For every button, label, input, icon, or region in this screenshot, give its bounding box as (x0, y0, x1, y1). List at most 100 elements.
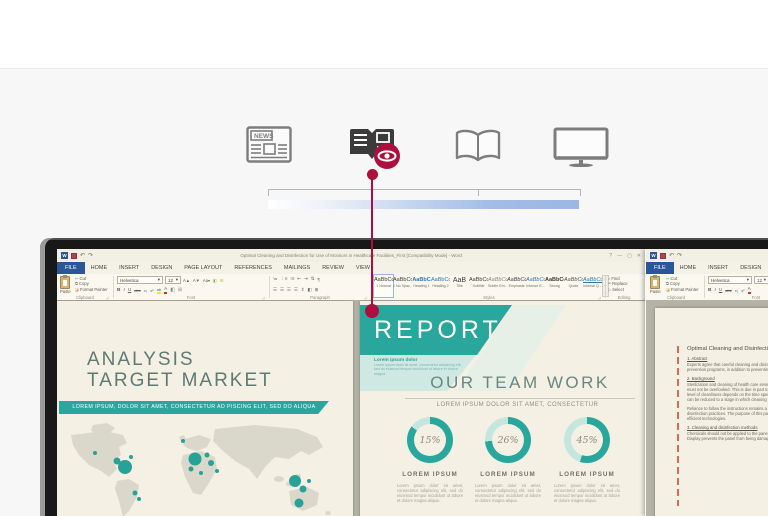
style-emphasis[interactable]: AaBbCcEmphasis (507, 275, 526, 297)
show-marks-button[interactable]: ¶ (317, 277, 319, 282)
underline-button[interactable]: U (719, 288, 722, 293)
ribbon-side: Paste ✂ Cut ⧉ Copy ◪ Format Painter Helv… (646, 274, 768, 301)
font-color-button[interactable]: A (748, 287, 751, 294)
bold-button[interactable]: B (117, 288, 120, 293)
tab-file[interactable]: FILE (646, 262, 674, 274)
undo-icon[interactable]: ↶ (669, 253, 674, 259)
redo-icon[interactable]: ↷ (88, 253, 93, 259)
multilevel-list-button[interactable]: ⁝≡ (290, 276, 294, 282)
save-icon[interactable] (71, 253, 77, 259)
character-border-button[interactable]: ⊞ (178, 288, 182, 293)
font-name-select[interactable]: Helvetica▾ (708, 276, 752, 284)
intensity-gradient-bar[interactable] (268, 200, 579, 209)
tab-design[interactable]: DESIGN (734, 262, 767, 274)
shading-button[interactable]: ◧ (307, 287, 311, 293)
italic-button[interactable]: I (123, 288, 124, 293)
monitor-icon[interactable] (552, 127, 610, 167)
ribbon-tabs: FILE HOME INSERT DESIGN PAGE LAYOUT REFE… (57, 262, 645, 274)
style-title[interactable]: AaBTitle (450, 275, 469, 297)
paste-icon (650, 276, 660, 289)
redo-icon[interactable]: ↷ (677, 253, 682, 259)
numbering-button[interactable]: ⋮≡ (280, 276, 287, 282)
subscript-button[interactable]: x₂ (735, 288, 739, 293)
donut-chart-2: 26% (485, 417, 531, 463)
ebook-reader-icon[interactable] (348, 127, 396, 163)
grow-font-button[interactable]: A▲ (183, 278, 190, 283)
tab-insert[interactable]: INSERT (702, 262, 734, 274)
style-subtitle[interactable]: AaBbCcSubtitle (469, 275, 488, 297)
paste-button[interactable]: Paste (60, 276, 71, 294)
heading-divider (405, 398, 635, 399)
character-shading-button[interactable]: ◧ (170, 288, 175, 293)
section-body: Chemicals should not be applied to the p… (687, 431, 768, 441)
tab-home[interactable]: HOME (674, 262, 703, 274)
tab-file[interactable]: FILE (57, 262, 85, 274)
close-icon[interactable]: ✕ (637, 253, 641, 259)
underline-button[interactable]: U (128, 288, 131, 293)
save-icon[interactable] (660, 253, 666, 259)
tab-review[interactable]: REVIEW (316, 262, 350, 274)
bullets-button[interactable]: ≔ (273, 276, 277, 282)
style-normal[interactable]: AaBbCc1 Normal (374, 275, 393, 297)
style-heading2[interactable]: AaBbCcHeading 2 (431, 275, 450, 297)
align-left-button[interactable]: ☰ (273, 287, 277, 293)
font-name-select[interactable]: Helvetica▾ (117, 276, 163, 284)
newspaper-icon[interactable]: NEWS (246, 126, 292, 164)
tab-page-layout[interactable]: PAGE LAYOUT (178, 262, 228, 274)
page1-banner: LOREM IPSUM, DOLOR SIT AMET, CONSECTETUR… (59, 401, 329, 414)
enclose-characters-button[interactable]: ⊞ (220, 278, 224, 283)
donut-2-text: Lorem ipsum dolor sit amet, consectetur … (475, 483, 541, 511)
style-subtle-emphasis[interactable]: AaBbCcSubtle Em... (488, 275, 507, 297)
paste-button[interactable]: Paste (650, 276, 661, 294)
section-body: Sterilization and cleaning of health car… (687, 382, 768, 402)
minimize-icon[interactable]: — (617, 253, 622, 259)
strikethrough-button[interactable]: abc (725, 288, 731, 293)
align-center-button[interactable]: ☰ (280, 287, 284, 293)
style-heading1[interactable]: AaBbCHeading 1 (412, 275, 431, 297)
tab-insert[interactable]: INSERT (113, 262, 145, 274)
section-body: Reliance to follow the instructions rema… (687, 406, 768, 421)
format-painter-button[interactable]: ◪ Format Painter (75, 287, 108, 292)
style-no-spacing[interactable]: AaBbCc1 No Spac... (393, 275, 412, 297)
open-book-icon[interactable] (454, 128, 502, 164)
change-case-button[interactable]: Aa▾ (203, 278, 210, 283)
maximize-icon[interactable]: ▢ (627, 253, 632, 259)
format-painter-button[interactable]: ◪ Format Painter (666, 287, 699, 292)
style-intense-quote[interactable]: AaBbCcIntense Q... (583, 275, 602, 297)
monitor-bezel: W ↶ ↷ Optimal Cleaning and Disinfection … (40, 238, 768, 516)
tab-home[interactable]: HOME (85, 262, 114, 274)
increase-indent-button[interactable]: ⇥ (304, 276, 308, 282)
style-strong[interactable]: AaBbCcStrong (545, 275, 564, 297)
select-button[interactable]: ▷ Select (608, 287, 628, 292)
shrink-font-button[interactable]: A▼ (193, 278, 200, 283)
font-size-select[interactable]: 12▾ (754, 276, 768, 284)
doc-page-side: Optimal Cleaning and Disinfection 1. Abs… (655, 308, 768, 516)
text-highlight-button[interactable]: ab (157, 287, 161, 294)
align-right-button[interactable]: ☰ (287, 287, 291, 293)
word-window-side: W ↶ ↷ FILE HOME INSERT DESIGN PAGE LAYOU… (645, 249, 768, 516)
decrease-indent-button[interactable]: ⇤ (297, 276, 301, 282)
strikethrough-button[interactable]: abc (134, 288, 140, 293)
sort-button[interactable]: ⇅ (311, 276, 315, 282)
italic-button[interactable]: I (714, 288, 715, 293)
line-spacing-button[interactable]: ⇕ (301, 287, 305, 293)
tab-design[interactable]: DESIGN (145, 262, 178, 274)
donut-2-value: 26% (497, 435, 518, 446)
superscript-button[interactable]: x² (741, 288, 744, 293)
justify-button[interactable]: ☰ (294, 287, 298, 293)
font-size-select[interactable]: 12▾ (165, 276, 181, 284)
style-quote[interactable]: AaBbCcQuote (564, 275, 583, 297)
tab-references[interactable]: REFERENCES (228, 262, 278, 274)
borders-button[interactable]: ⊞ (315, 287, 319, 293)
phonetic-guide-button[interactable]: ◧ (213, 278, 217, 283)
undo-icon[interactable]: ↶ (80, 253, 85, 259)
subscript-button[interactable]: x₂ (144, 288, 148, 293)
style-intense-emphasis[interactable]: AaBbCcIntense E... (526, 275, 545, 297)
tab-mailings[interactable]: MAILINGS (278, 262, 316, 274)
font-color-button[interactable]: A (164, 287, 167, 294)
donut-1-text: Lorem ipsum dolor sit amet, consectetur … (397, 483, 463, 511)
help-icon[interactable]: ? (609, 253, 612, 259)
superscript-button[interactable]: x² (150, 288, 153, 293)
monitor-screen: W ↶ ↷ Optimal Cleaning and Disinfection … (57, 249, 768, 516)
bold-button[interactable]: B (708, 288, 711, 293)
